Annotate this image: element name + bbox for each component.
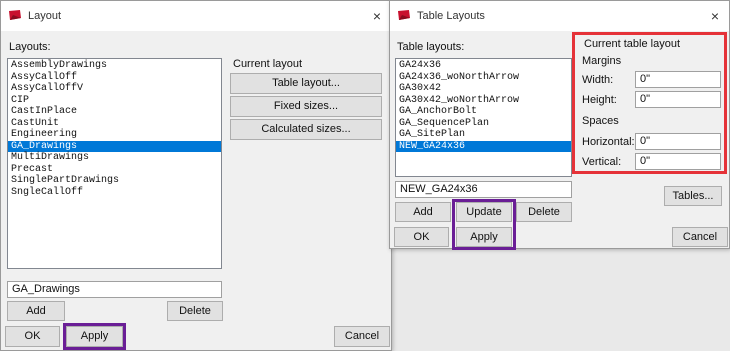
table-layout-name-input[interactable]: NEW_GA24x36: [395, 181, 572, 198]
table-layouts-list-item[interactable]: GA24x36: [396, 60, 571, 72]
layouts-listbox[interactable]: AssemblyDrawings AssyCallOff AssyCallOff…: [7, 58, 222, 269]
width-field[interactable]: 0": [635, 71, 721, 88]
layouts-label: Layouts:: [9, 41, 51, 53]
width-label: Width:: [582, 74, 614, 86]
horizontal-field[interactable]: 0": [635, 133, 721, 150]
table-layouts-list-item-selected[interactable]: NEW_GA24x36: [396, 140, 571, 152]
horizontal-label: Horizontal:: [582, 136, 635, 148]
current-layout-label: Current layout: [233, 58, 303, 70]
layouts-list-item[interactable]: SinglePartDrawings: [8, 175, 221, 187]
layouts-list-item[interactable]: Precast: [8, 164, 221, 176]
spaces-label: Spaces: [582, 115, 619, 127]
layouts-list-item[interactable]: SngleCallOff: [8, 187, 221, 199]
update-apply-highlight: [452, 199, 516, 250]
height-field[interactable]: 0": [635, 91, 721, 108]
apply-highlight: [63, 323, 126, 350]
layout-name-input[interactable]: GA_Drawings: [7, 281, 222, 298]
table-layouts-list-item[interactable]: GA30x42_woNorthArrow: [396, 95, 571, 107]
table-layouts-titlebar[interactable]: Table Layouts ×: [390, 1, 729, 31]
layouts-list-item-selected[interactable]: GA_Drawings: [8, 140, 221, 152]
layout-titlebar[interactable]: Layout ×: [1, 1, 391, 31]
layouts-list-item[interactable]: Engineering: [8, 129, 221, 141]
table-layouts-label: Table layouts:: [397, 41, 465, 53]
layouts-list-item[interactable]: CastUnit: [8, 118, 221, 130]
vertical-label: Vertical:: [582, 156, 622, 168]
app-icon: [9, 10, 21, 20]
table-layouts-list-item[interactable]: GA24x36_woNorthArrow: [396, 72, 571, 84]
margins-label: Margins: [582, 55, 622, 67]
table-layout-delete-button[interactable]: Delete: [516, 202, 572, 222]
table-layouts-close-icon[interactable]: ×: [705, 6, 725, 26]
app-icon: [398, 10, 410, 20]
layout-cancel-button[interactable]: Cancel: [334, 326, 390, 347]
table-layouts-list-item[interactable]: GA_SitePlan: [396, 129, 571, 141]
table-layouts-list-item[interactable]: GA30x42: [396, 83, 571, 95]
table-layout-add-button[interactable]: Add: [395, 202, 451, 222]
layout-ok-button[interactable]: OK: [5, 326, 60, 347]
table-layouts-dialog: Table Layouts × Table layouts: GA24x36 G…: [389, 0, 730, 250]
layouts-list-item[interactable]: AssyCallOff: [8, 72, 221, 84]
fixed-sizes-button[interactable]: Fixed sizes...: [230, 96, 382, 117]
layout-delete-button[interactable]: Delete: [167, 301, 223, 321]
table-layout-cancel-button[interactable]: Cancel: [672, 227, 728, 247]
table-layout-button[interactable]: Table layout...: [230, 73, 382, 94]
height-label: Height:: [582, 94, 617, 106]
layouts-list-item[interactable]: AssyCallOffV: [8, 83, 221, 95]
table-layouts-list-item[interactable]: GA_SequencePlan: [396, 118, 571, 130]
current-table-layout-label: Current table layout: [584, 38, 680, 50]
layout-dialog: Layout × Layouts: AssemblyDrawings AssyC…: [0, 0, 392, 351]
calculated-sizes-button[interactable]: Calculated sizes...: [230, 119, 382, 140]
tables-button[interactable]: Tables...: [664, 186, 722, 206]
layouts-list-item[interactable]: AssemblyDrawings: [8, 60, 221, 72]
table-layout-ok-button[interactable]: OK: [394, 227, 449, 247]
layouts-list-item[interactable]: CastInPlace: [8, 106, 221, 118]
layouts-list-item[interactable]: MultiDrawings: [8, 152, 221, 164]
layout-window-title: Layout: [28, 10, 62, 22]
layouts-list-item[interactable]: CIP: [8, 95, 221, 107]
layout-add-button[interactable]: Add: [7, 301, 65, 321]
table-layouts-list-item[interactable]: GA_AnchorBolt: [396, 106, 571, 118]
table-layouts-window-title: Table Layouts: [417, 10, 485, 22]
table-layouts-listbox[interactable]: GA24x36 GA24x36_woNorthArrow GA30x42 GA3…: [395, 58, 572, 177]
vertical-field[interactable]: 0": [635, 153, 721, 170]
layout-close-icon[interactable]: ×: [367, 6, 387, 26]
